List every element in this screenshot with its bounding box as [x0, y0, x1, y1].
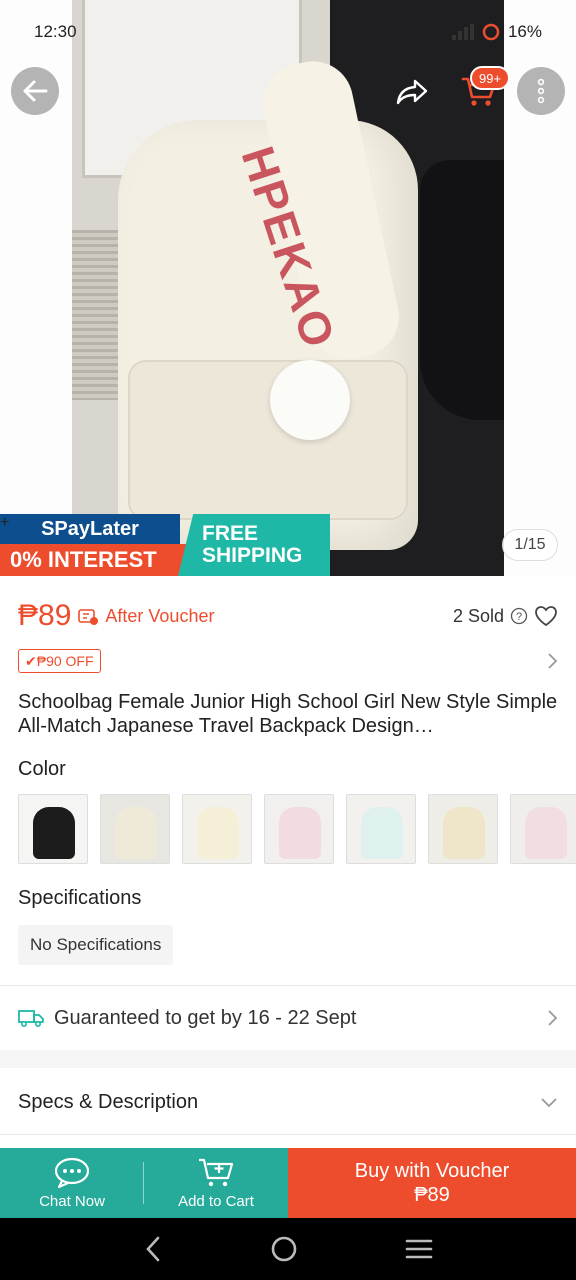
- discount-row[interactable]: ✔₱90 OFF: [18, 648, 558, 674]
- chat-now-label: Chat Now: [39, 1192, 105, 1210]
- system-navigation-bar: [0, 1218, 576, 1280]
- share-icon: [396, 79, 428, 105]
- back-button[interactable]: [11, 67, 59, 115]
- specifications-label: Specifications: [18, 887, 142, 909]
- battery-level: 16%: [507, 22, 542, 41]
- nav-home-icon[interactable]: [270, 1235, 298, 1263]
- color-swatches: [18, 794, 576, 866]
- product-page: HPEKAO 12:30 16% 99+ SPayLater 0% INTERE…: [0, 0, 576, 1280]
- chat-now-button[interactable]: Chat Now: [0, 1148, 144, 1218]
- product-title: Schoolbag Female Junior High School Girl…: [18, 691, 558, 737]
- nav-recents-icon[interactable]: [405, 1237, 433, 1261]
- swatch-backpack-image: [115, 807, 157, 859]
- swatch-backpack-image: [525, 807, 567, 859]
- more-options-button[interactable]: [517, 67, 565, 115]
- chat-icon: [54, 1157, 90, 1188]
- sold-count: 2 Sold: [452, 605, 504, 626]
- buy-label: Buy with Voucher: [354, 1160, 510, 1182]
- person-sleeve: [420, 160, 504, 420]
- color-swatch-ivory[interactable]: [182, 794, 252, 864]
- nav-back-icon[interactable]: [143, 1235, 163, 1263]
- price-row: ₱89 After Voucher 2 Sold ?: [18, 596, 558, 636]
- secondary-actions: Chat Now Add to Cart: [0, 1148, 288, 1218]
- status-bar: 12:30 16%: [0, 0, 576, 64]
- battery-icon: [482, 23, 500, 41]
- heart-icon[interactable]: [534, 605, 558, 627]
- chevron-right-icon: [548, 653, 558, 669]
- cart-count-badge: 99+: [470, 66, 511, 90]
- delivery-text: Guaranteed to get by 16 - 22 Sept: [54, 1006, 357, 1029]
- plush-keychain: [270, 360, 350, 440]
- plus-icon: +: [0, 514, 10, 531]
- buy-price: ₱89: [414, 1184, 450, 1206]
- add-cart-icon: [199, 1158, 234, 1186]
- more-vertical-icon: [537, 78, 545, 104]
- status-icons: 16%: [451, 22, 542, 42]
- color-swatch-blush[interactable]: [510, 794, 576, 864]
- buy-with-voucher-button[interactable]: Buy with Voucher ₱89: [288, 1148, 576, 1218]
- color-label: Color: [18, 758, 66, 780]
- swatch-backpack-image: [197, 807, 239, 859]
- status-time: 12:30: [34, 22, 77, 41]
- delivery-row[interactable]: Guaranteed to get by 16 - 22 Sept: [18, 998, 558, 1038]
- swatch-backpack-image: [279, 807, 321, 859]
- chevron-down-icon: [541, 1098, 557, 1108]
- help-icon[interactable]: ?: [510, 607, 528, 625]
- after-voucher-label: After Voucher: [105, 605, 215, 626]
- specs-description-row[interactable]: Specs & Description: [18, 1082, 558, 1122]
- color-swatch-cream[interactable]: [100, 794, 170, 864]
- swatch-backpack-image: [33, 807, 75, 859]
- share-button[interactable]: [390, 70, 434, 114]
- color-swatch-mint[interactable]: [346, 794, 416, 864]
- add-to-cart-button[interactable]: Add to Cart: [144, 1148, 288, 1218]
- color-swatch-pink[interactable]: [264, 794, 334, 864]
- price: ₱89: [18, 599, 72, 632]
- divider: [0, 985, 576, 986]
- sold-info: 2 Sold ?: [453, 605, 558, 627]
- divider: [0, 1134, 576, 1135]
- add-to-cart-label: Add to Cart: [178, 1192, 254, 1210]
- signal-icon: [451, 24, 474, 40]
- bottom-action-bar: Chat Now Add to Cart Buy with Voucher ₱8…: [0, 1148, 576, 1218]
- color-swatch-black[interactable]: [18, 794, 88, 864]
- backpack-pocket: [128, 360, 408, 520]
- swatch-backpack-image: [361, 807, 403, 859]
- voucher-icon: [78, 609, 99, 625]
- arrow-left-icon: [23, 80, 48, 102]
- svg-text:?: ?: [516, 611, 522, 623]
- action-separator: [143, 1162, 144, 1204]
- specs-description-label: Specs & Description: [18, 1090, 199, 1113]
- color-swatch-beige[interactable]: [428, 794, 498, 864]
- image-counter: 1/15: [502, 529, 558, 561]
- section-gap: [0, 1050, 576, 1068]
- truck-icon: [18, 1010, 44, 1028]
- swatch-backpack-image: [443, 807, 485, 859]
- specification-chip[interactable]: No Specifications: [18, 925, 174, 965]
- discount-tag: ✔₱90 OFF: [18, 649, 101, 673]
- chevron-right-icon: [548, 1010, 558, 1026]
